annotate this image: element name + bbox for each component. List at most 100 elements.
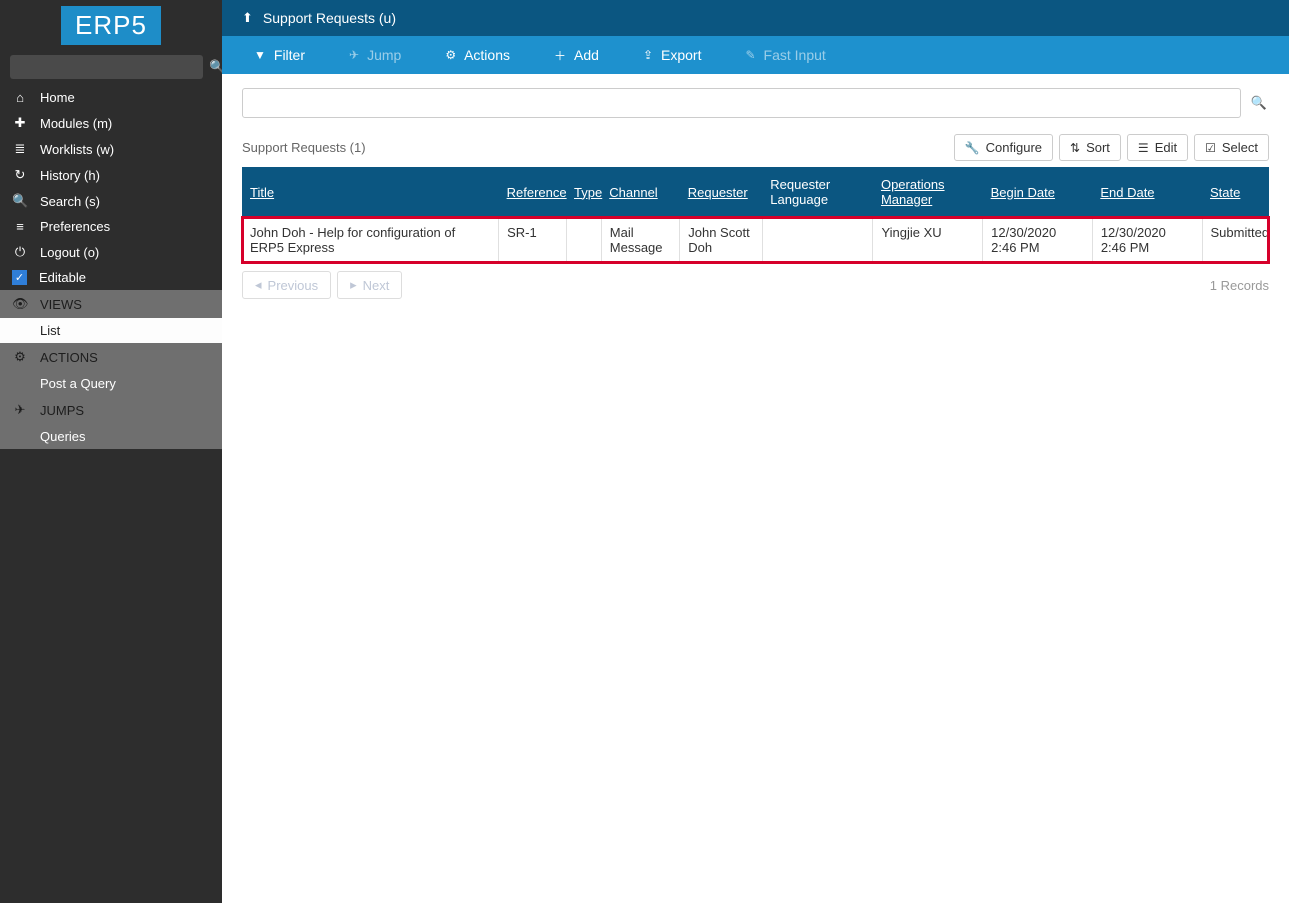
sidebar: ERP5 🔍 ⌂ Home ✚ Modules (m) ≣Worklists (w)… <box>0 0 222 903</box>
pager-buttons: ◂ Previous ▸Next <box>242 271 402 299</box>
col-end-date[interactable]: End Date <box>1092 167 1202 217</box>
nav-logout[interactable]: ⏻Logout (o) <box>0 239 222 265</box>
tool-label: Add <box>574 47 599 63</box>
nav-label: History (h) <box>40 168 100 183</box>
logo-container: ERP5 <box>0 0 222 49</box>
editable-label: Editable <box>39 270 86 285</box>
home-icon: ⌂ <box>12 90 28 105</box>
preferences-icon: ≡ <box>12 219 28 234</box>
cell-channel: Mail Message <box>601 217 679 263</box>
chevron-left-icon: ◂ <box>255 277 262 293</box>
views-header: 👁 VIEWS <box>0 290 222 318</box>
btn-label: Configure <box>986 140 1042 155</box>
tool-label: Fast Input <box>764 47 826 63</box>
edit-button[interactable]: ☰ Edit <box>1127 134 1188 161</box>
cell-reference: SR-1 <box>499 217 566 263</box>
wand-icon: ✎ <box>745 48 755 62</box>
tool-label: Jump <box>367 47 401 63</box>
listing-head: Support Requests (1) 🔧 Configure ⇅ Sort ☰ E… <box>242 134 1269 161</box>
nav-label: Logout (o) <box>40 245 99 260</box>
col-operations-manager[interactable]: Operations Manager <box>873 167 983 217</box>
sort-icon: ⇅ <box>1070 141 1080 155</box>
nav-editable[interactable]: ✓ Editable <box>0 265 222 290</box>
next-button: ▸Next <box>337 271 402 299</box>
cell-title: John Doh - Help for configuration of ERP… <box>242 217 499 263</box>
nav-preferences[interactable]: ≡ Preferences <box>0 214 222 239</box>
col-title[interactable]: Title <box>242 167 499 217</box>
filter-button[interactable]: ▼ Filter <box>232 36 327 74</box>
export-button[interactable]: ⇪ Export <box>621 36 724 74</box>
nav-home[interactable]: ⌂ Home <box>0 85 222 110</box>
views-item-list[interactable]: List <box>0 318 222 343</box>
nav-search[interactable]: 🔍 Search (s) <box>0 188 222 214</box>
search-row: 🔍 <box>242 88 1269 118</box>
listing-title: Support Requests (1) <box>242 140 366 155</box>
nav-label: Search (s) <box>40 194 100 209</box>
col-type[interactable]: Type <box>566 167 601 217</box>
actions-label: ACTIONS <box>40 350 98 365</box>
actions-button[interactable]: ⚙Actions <box>423 36 532 74</box>
col-begin-date[interactable]: Begin Date <box>983 167 1093 217</box>
table-row[interactable]: John Doh - Help for configuration of ERP… <box>242 217 1269 263</box>
tool-label: Filter <box>274 47 305 63</box>
nav-label: Modules (m) <box>40 116 112 131</box>
main-search-icon[interactable]: 🔍 <box>1249 88 1269 118</box>
views-label: VIEWS <box>40 297 82 312</box>
toolbar: ▼ Filter ✈Jump ⚙Actions ＋Add ⇪ Export ✎ Fas… <box>222 36 1289 74</box>
configure-button[interactable]: 🔧 Configure <box>954 134 1053 161</box>
actions-header: ⚙ ACTIONS <box>0 343 222 371</box>
fast-input-button: ✎ Fast Input <box>723 36 847 74</box>
btn-label: Edit <box>1155 140 1177 155</box>
export-icon: ⇪ <box>643 48 653 62</box>
eye-icon: 👁 <box>12 296 28 312</box>
jump-button: ✈Jump <box>327 36 423 74</box>
sidebar-search-input[interactable] <box>10 55 203 79</box>
col-requester[interactable]: Requester <box>680 167 763 217</box>
col-channel[interactable]: Channel <box>601 167 679 217</box>
listing-buttons: 🔧 Configure ⇅ Sort ☰ Edit ☑Select <box>954 134 1269 161</box>
search-nav-icon: 🔍 <box>12 193 28 209</box>
jumps-header: ✈ JUMPS <box>0 396 222 424</box>
data-table: Title Reference Type Channel Requester R… <box>242 167 1269 263</box>
btn-label: Select <box>1222 140 1258 155</box>
btn-label: Sort <box>1086 140 1110 155</box>
col-requester-language[interactable]: Requester Language <box>762 167 873 217</box>
main-search-input[interactable] <box>242 88 1241 118</box>
select-button[interactable]: ☑Select <box>1194 134 1269 161</box>
col-reference[interactable]: Reference <box>499 167 566 217</box>
actions-icon: ⚙ <box>12 349 28 365</box>
gears-icon: ⚙ <box>445 48 456 62</box>
nav-label: Home <box>40 90 75 105</box>
table-header-row: Title Reference Type Channel Requester R… <box>242 167 1269 217</box>
col-state[interactable]: State <box>1202 167 1268 217</box>
cell-state: Submitted <box>1202 217 1268 263</box>
topbar: ⬆ Support Requests (u) <box>222 0 1289 36</box>
jumps-label: JUMPS <box>40 403 84 418</box>
main: ⬆ Support Requests (u) ▼ Filter ✈Jump ⚙Ac… <box>222 0 1289 903</box>
add-button[interactable]: ＋Add <box>532 36 621 74</box>
cell-type <box>566 217 601 263</box>
nav-label: Preferences <box>40 219 110 234</box>
list-icon: ☰ <box>1138 141 1149 155</box>
cell-requester-language <box>762 217 873 263</box>
actions-item-post-query[interactable]: Post a Query <box>0 371 222 396</box>
worklists-icon: ≣ <box>12 141 28 157</box>
tool-label: Export <box>661 47 701 63</box>
cell-end-date: 12/30/2020 2:46 PM <box>1092 217 1202 263</box>
cell-begin-date: 12/30/2020 2:46 PM <box>983 217 1093 263</box>
sidebar-search: 🔍 <box>0 49 222 85</box>
sort-button[interactable]: ⇅ Sort <box>1059 134 1121 161</box>
editable-checkbox[interactable]: ✓ <box>12 270 27 285</box>
module-icon: ✚ <box>12 115 28 131</box>
filter-icon: ▼ <box>254 48 266 62</box>
previous-button: ◂ Previous <box>242 271 331 299</box>
chevron-right-icon: ▸ <box>350 277 357 293</box>
btn-label: Previous <box>268 278 319 293</box>
nav-history[interactable]: ↻History (h) <box>0 162 222 188</box>
nav-worklists[interactable]: ≣Worklists (w) <box>0 136 222 162</box>
jumps-icon: ✈ <box>12 402 28 418</box>
jumps-item-queries[interactable]: Queries <box>0 424 222 449</box>
wrench-icon: 🔧 <box>965 141 980 155</box>
nav-modules[interactable]: ✚ Modules (m) <box>0 110 222 136</box>
up-icon[interactable]: ⬆ <box>242 10 253 26</box>
